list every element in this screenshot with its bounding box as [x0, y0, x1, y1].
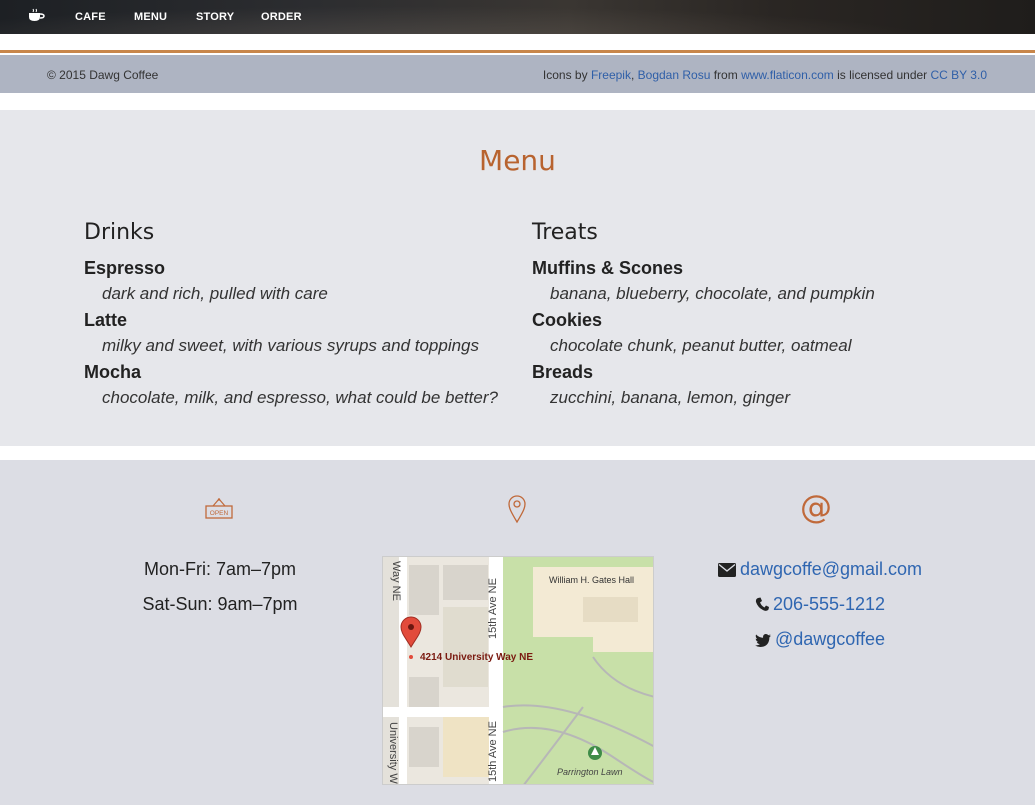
- hours-weekend: Sat-Sun: 9am–7pm: [142, 594, 298, 614]
- map-building-label: William H. Gates Hall: [549, 575, 634, 585]
- nav-link-menu[interactable]: MENU: [134, 11, 167, 23]
- credit-link-license[interactable]: CC BY 3.0: [931, 68, 987, 82]
- street-label: Way NE: [390, 561, 402, 601]
- menu-item-name: Muffins & Scones: [532, 258, 684, 278]
- credits-sep: ,: [630, 68, 635, 82]
- menu-item-desc: milky and sweet, with various syrups and…: [102, 336, 480, 355]
- credits-license-text: is licensed under: [837, 68, 928, 82]
- nav-link-order[interactable]: ORDER: [261, 11, 302, 23]
- menu-item-name: Latte: [84, 310, 128, 330]
- open-sign-text: OPEN: [210, 510, 229, 517]
- menu-title: Menu: [479, 144, 556, 177]
- twitter-icon: [754, 634, 771, 647]
- navbar: CAFE MENU STORY ORDER: [0, 0, 1035, 34]
- map[interactable]: Way NE 15th Ave NE University W 15th Ave…: [382, 556, 654, 785]
- menu-item-name: Breads: [532, 362, 594, 382]
- credit-link-freepik[interactable]: Freepik: [591, 68, 631, 82]
- coffee-cup-icon[interactable]: [27, 8, 45, 22]
- email-row: dawgcoffe@gmail.com: [700, 556, 940, 591]
- twitter-link[interactable]: @dawgcoffee: [775, 629, 885, 649]
- menu-section: Menu Drinks Espresso dark and rich, pull…: [0, 110, 1035, 446]
- icon-credits: Icons by Freepik, Bogdan Rosu from www.f…: [543, 68, 987, 82]
- menu-item-desc: banana, blueberry, chocolate, and pumpki…: [550, 284, 875, 303]
- menu-item-desc: zucchini, banana, lemon, ginger: [550, 388, 791, 407]
- treats-column: Treats Muffins & Scones banana, blueberr…: [532, 220, 875, 411]
- hours-weekday: Mon-Fri: 7am–7pm: [143, 559, 297, 579]
- open-sign-icon: OPEN: [205, 498, 233, 519]
- email-link[interactable]: dawgcoffe@gmail.com: [740, 559, 922, 579]
- menu-item-desc: dark and rich, pulled with care: [102, 284, 328, 303]
- credit-link-flaticon[interactable]: www.flaticon.com: [741, 68, 834, 82]
- copyright-text: © 2015 Dawg Coffee: [47, 68, 159, 82]
- menu-item-name: Mocha: [84, 362, 142, 382]
- street-label: 15th Ave NE: [487, 721, 499, 782]
- map-park-label: Parrington Lawn: [557, 767, 623, 777]
- phone-link[interactable]: 206-555-1212: [773, 594, 885, 614]
- street-label: 15th Ave NE: [487, 578, 499, 639]
- drinks-heading: Drinks: [84, 220, 155, 245]
- at-icon: @: [800, 488, 832, 526]
- credits-prefix: Icons by: [542, 68, 588, 82]
- treats-heading: Treats: [532, 220, 598, 245]
- hours-list: Mon-Fri: 7am–7pm Sat-Sun: 9am–7pm: [120, 556, 320, 626]
- menu-item-name: Espresso: [84, 258, 166, 278]
- credits-from: from: [713, 68, 738, 82]
- envelope-icon: [717, 563, 736, 577]
- nav-link-cafe[interactable]: CAFE: [75, 11, 106, 23]
- menu-item-desc: chocolate chunk, peanut butter, oatmeal: [550, 336, 852, 355]
- twitter-row: @dawgcoffee: [700, 626, 940, 661]
- drinks-column: Drinks Espresso dark and rich, pulled wi…: [84, 220, 498, 411]
- contact-list: dawgcoffe@gmail.com 206-555-1212 @dawgco…: [700, 556, 940, 661]
- menu-item-name: Cookies: [532, 310, 603, 330]
- map-graphic[interactable]: Way NE 15th Ave NE University W 15th Ave…: [383, 557, 654, 785]
- nav-link-story[interactable]: STORY: [196, 11, 234, 23]
- menu-item-desc: chocolate, milk, and espresso, what coul…: [102, 388, 498, 407]
- phone-row: 206-555-1212: [700, 591, 940, 626]
- info-section: OPEN @ Mon-Fri: 7am–7pm Sat-Sun: 9am–7pm: [0, 460, 1035, 805]
- footer-bar: © 2015 Dawg Coffee Icons by Freepik, Bog…: [0, 55, 1035, 93]
- phone-icon: [755, 597, 769, 611]
- location-pin-icon: [508, 495, 526, 524]
- credit-link-bogdan-rosu[interactable]: Bogdan Rosu: [638, 68, 711, 82]
- map-pin-label: 4214 University Way NE: [420, 652, 533, 663]
- street-label: University W: [387, 722, 399, 784]
